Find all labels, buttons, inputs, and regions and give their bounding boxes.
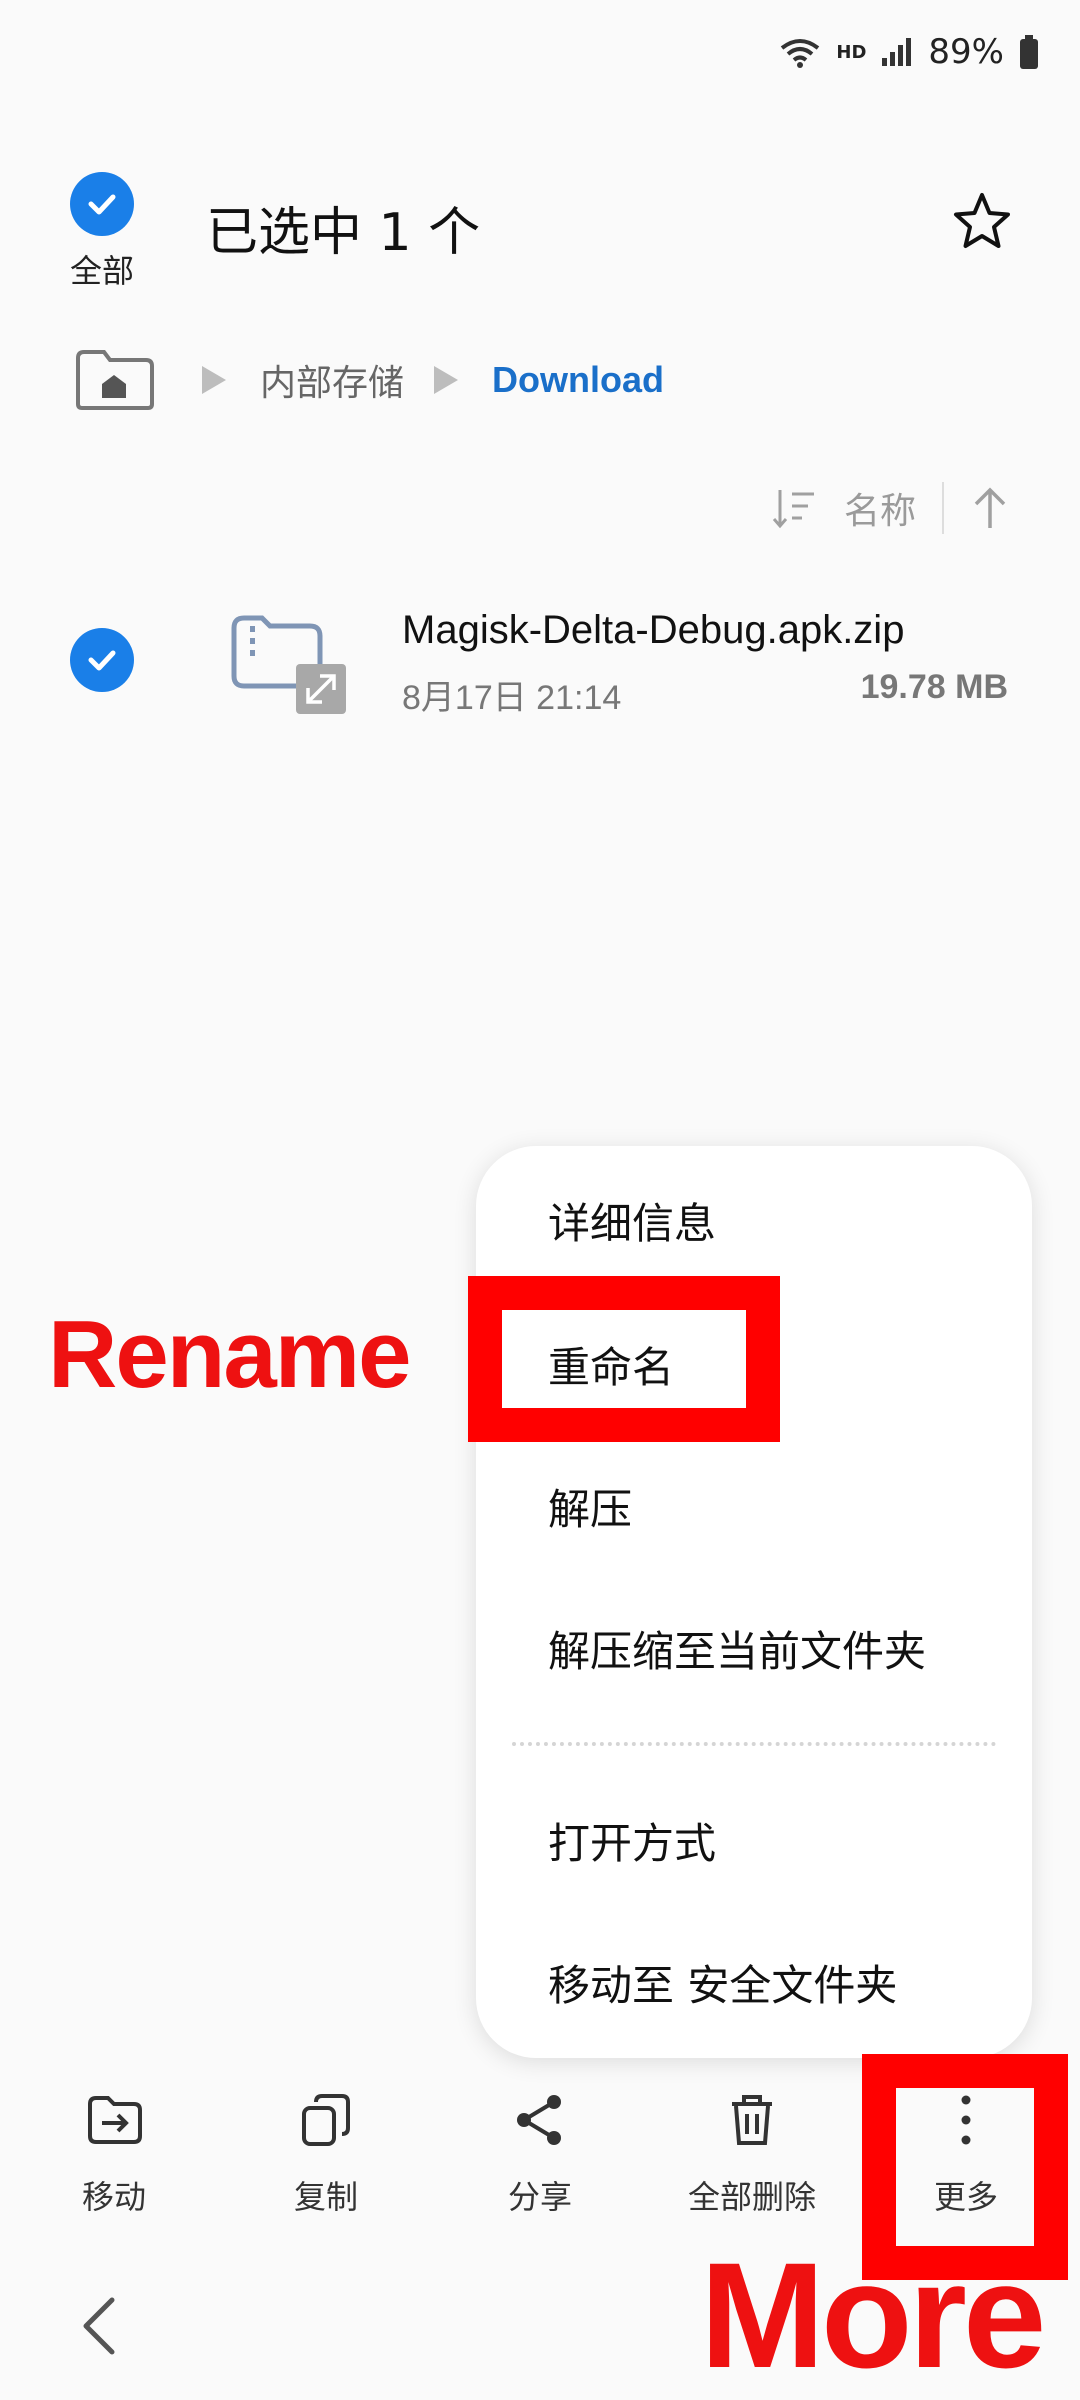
file-size: 19.78 MB [860, 668, 1008, 706]
file-list-item[interactable]: Magisk-Delta-Debug.apk.zip 8月17日 21:14 1… [0, 590, 1080, 730]
rename-highlight-box [468, 1276, 780, 1442]
select-all-label: 全部 [69, 252, 134, 290]
menu-item-extract[interactable]: 解压 [548, 1476, 632, 1537]
file-date: 8月17日 21:14 [402, 679, 622, 717]
select-all-checkbox[interactable]: 全部 [62, 172, 142, 292]
favorite-star-icon[interactable] [950, 190, 1014, 254]
signal-icon [882, 38, 912, 66]
breadcrumb-internal-storage[interactable]: 内部存储 [260, 354, 404, 406]
delete-all-button[interactable]: 全部删除 [652, 2090, 852, 2218]
file-name: Magisk-Delta-Debug.apk.zip [402, 608, 905, 652]
menu-divider [512, 1742, 996, 1746]
move-label: 移动 [81, 2178, 146, 2216]
arrow-up-icon[interactable] [970, 484, 1010, 532]
menu-item-move-to-secure-folder[interactable]: 移动至 安全文件夹 [548, 1952, 897, 2013]
menu-item-open-with[interactable]: 打开方式 [548, 1810, 716, 1871]
copy-label: 复制 [293, 2178, 358, 2216]
sort-by-name[interactable]: 名称 [844, 482, 916, 534]
trash-icon [732, 2095, 772, 2145]
breadcrumb-separator-icon [434, 366, 459, 394]
back-icon[interactable] [74, 2294, 122, 2358]
zip-file-icon [231, 615, 346, 714]
battery-percent: 89% [928, 32, 1004, 72]
breadcrumb-download[interactable]: Download [492, 359, 664, 401]
breadcrumb: 内部存储 Download [72, 340, 694, 420]
more-annotation-label: More [700, 2231, 1046, 2399]
copy-icon [302, 2094, 350, 2146]
move-button[interactable]: 移动 [14, 2090, 214, 2218]
sort-icon[interactable] [770, 486, 818, 530]
breadcrumb-separator-icon [202, 366, 226, 394]
share-icon [517, 2095, 561, 2145]
file-checkbox[interactable] [70, 628, 134, 692]
hd-indicator: HD [836, 41, 867, 63]
move-icon [88, 2096, 142, 2144]
wifi-icon [781, 39, 820, 68]
status-bar: HD 89% [778, 24, 1040, 80]
delete-all-label: 全部删除 [687, 2178, 816, 2216]
share-button[interactable]: 分享 [440, 2090, 640, 2218]
sort-controls: 名称 [770, 476, 1010, 540]
check-icon [70, 628, 134, 692]
rename-annotation-label: Rename [48, 1301, 411, 1408]
copy-button[interactable]: 复制 [226, 2090, 426, 2218]
home-folder-icon[interactable] [72, 348, 156, 412]
menu-item-details[interactable]: 详细信息 [548, 1190, 716, 1251]
check-icon [70, 172, 134, 236]
page-title: 已选中 1 个 [206, 203, 481, 263]
share-label: 分享 [507, 2178, 572, 2216]
menu-item-extract-to-current-folder[interactable]: 解压缩至当前文件夹 [548, 1618, 926, 1679]
sort-divider [942, 482, 944, 534]
battery-icon [1020, 35, 1038, 69]
